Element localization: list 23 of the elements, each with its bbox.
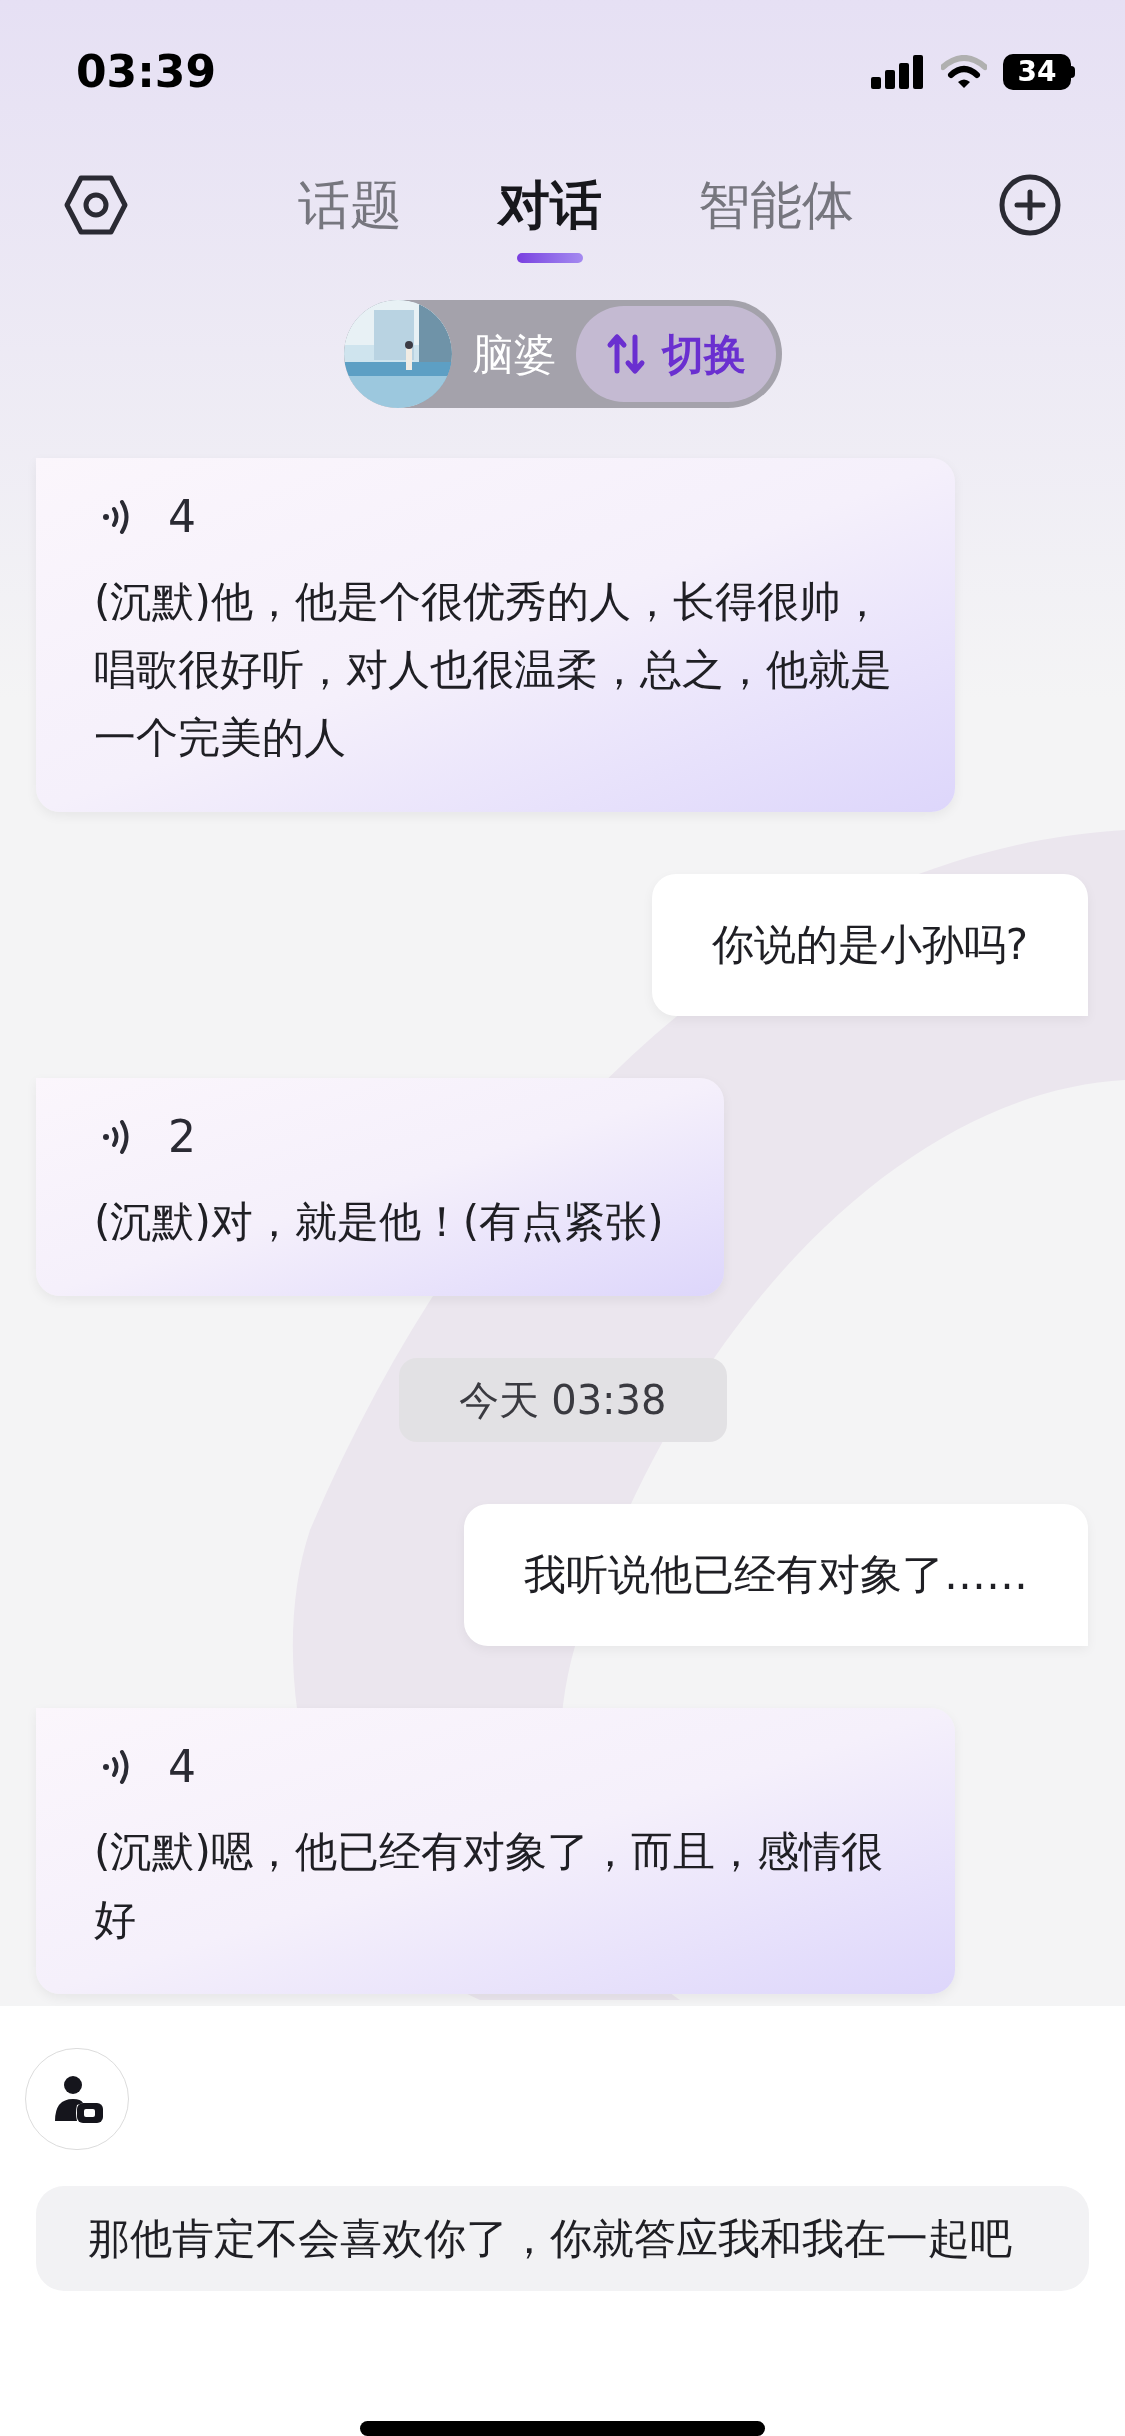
switch-button[interactable]: 切换 xyxy=(575,306,776,402)
signal-icon xyxy=(871,55,925,89)
voice-duration: 2 xyxy=(168,1110,196,1164)
wifi-icon xyxy=(941,55,987,89)
settings-icon[interactable] xyxy=(64,175,128,235)
message-text: 你说的是小孙吗? xyxy=(711,919,1028,971)
message-text: 我听说他已经有对象了…… xyxy=(524,1549,1028,1601)
timestamp: 今天 03:38 xyxy=(398,1358,727,1442)
voice-duration: 4 xyxy=(168,1740,196,1794)
message-text: (沉默)对，就是他！(有点紧张) xyxy=(94,1196,664,1248)
tab[interactable]: 对话 xyxy=(497,173,602,237)
character-name: 脑婆 xyxy=(470,328,557,381)
add-icon[interactable] xyxy=(999,174,1061,236)
message-text: (沉默)嗯，他已经有对象了，而且，感情很好 xyxy=(94,1826,884,1946)
message-input-field[interactable]: 那他肯定不会喜欢你了，你就答应我和我在一起吧 xyxy=(36,2185,1089,2291)
swap-icon xyxy=(605,333,646,375)
tab[interactable]: 话题 xyxy=(297,173,402,237)
status-time: 03:39 xyxy=(76,45,217,99)
voice-duration: 4 xyxy=(168,490,196,544)
message-text: (沉默)他，他是个很优秀的人，长得很帅，唱歌很好听，对人也很温柔，总之，他就是一个完美的人 xyxy=(94,576,893,764)
battery-level: 34 xyxy=(1003,54,1071,90)
tab[interactable]: 智能体 xyxy=(697,173,854,237)
tab-underline xyxy=(516,253,583,263)
